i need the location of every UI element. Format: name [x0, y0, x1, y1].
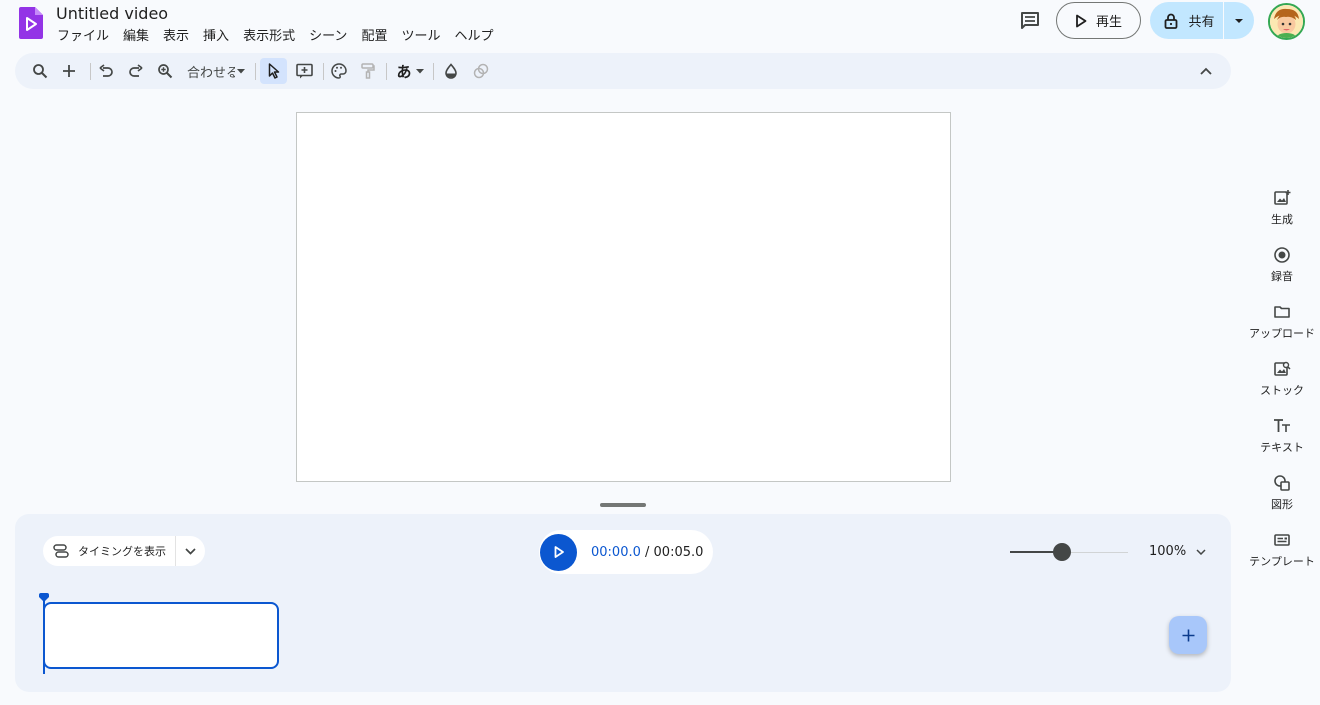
- menu-tools[interactable]: ツール: [394, 27, 447, 47]
- document-title[interactable]: Untitled video: [56, 4, 168, 23]
- share-group: 共有: [1150, 2, 1254, 39]
- timeline-zoom-slider[interactable]: [1010, 542, 1128, 562]
- caret-down-icon: [415, 68, 424, 73]
- menu-file[interactable]: ファイル: [50, 27, 116, 47]
- side-item-label: ストック: [1260, 384, 1304, 397]
- menu-view[interactable]: 表示: [156, 27, 196, 47]
- playhead-marker-icon[interactable]: [38, 588, 50, 607]
- show-timing-button[interactable]: タイミングを表示: [43, 536, 175, 566]
- paint-format-icon[interactable]: [357, 58, 379, 84]
- timing-dropdown-button[interactable]: [176, 536, 205, 566]
- show-timing-label: タイミングを表示: [78, 545, 166, 558]
- redo-icon[interactable]: [124, 58, 146, 84]
- chevron-down-icon: [185, 547, 196, 555]
- toolbar: 合わせる あ: [15, 53, 1231, 89]
- record-icon: [1274, 247, 1290, 263]
- zoom-icon[interactable]: [154, 58, 176, 84]
- menu-insert[interactable]: 挿入: [196, 27, 236, 47]
- lock-icon: [1165, 13, 1178, 29]
- text-box-icon[interactable]: [292, 58, 316, 84]
- menu-help[interactable]: ヘルプ: [447, 27, 500, 47]
- side-item-label: 図形: [1271, 498, 1293, 511]
- side-item-label: 生成: [1271, 213, 1293, 226]
- side-item-label: テキスト: [1260, 441, 1304, 454]
- menu-scene[interactable]: シーン: [302, 27, 354, 47]
- side-item-template[interactable]: テンプレート: [1244, 525, 1320, 582]
- fill-color-icon[interactable]: [440, 58, 462, 84]
- generate-image-icon: [1274, 190, 1291, 205]
- zoom-select[interactable]: 合わせる: [185, 58, 247, 84]
- caret-down-icon: [1235, 18, 1243, 23]
- text-icon: [1274, 419, 1290, 432]
- play-label: 再生: [1095, 15, 1122, 30]
- menu-bar: ファイル 編集 表示 挿入 表示形式 シーン 配置 ツール ヘルプ: [50, 27, 500, 47]
- share-button[interactable]: 共有: [1150, 2, 1223, 39]
- select-icon[interactable]: [260, 58, 287, 84]
- play-button[interactable]: 再生: [1056, 2, 1141, 39]
- menu-format[interactable]: 表示形式: [236, 27, 302, 47]
- scene-clip[interactable]: [43, 602, 279, 669]
- timeline-zoom-select[interactable]: 100%: [1149, 544, 1206, 559]
- playhead[interactable]: [43, 597, 45, 674]
- side-item-record[interactable]: 録音: [1244, 240, 1320, 297]
- recolor-icon[interactable]: [470, 58, 492, 84]
- timing-group: タイミングを表示: [43, 536, 205, 566]
- timeline-resize-handle[interactable]: [600, 503, 646, 507]
- palette-icon[interactable]: [328, 58, 350, 84]
- share-label: 共有: [1188, 15, 1215, 30]
- time-readout: 00:00.0 / 00:05.0: [591, 545, 703, 560]
- play-icon: [1076, 14, 1087, 27]
- font-icon[interactable]: あ: [392, 58, 428, 84]
- share-dropdown-button[interactable]: [1224, 2, 1254, 39]
- vids-logo[interactable]: [18, 6, 44, 40]
- timing-icon: [53, 544, 69, 558]
- stock-image-icon: [1274, 361, 1291, 376]
- add-icon[interactable]: [58, 58, 80, 84]
- timeline-panel: タイミングを表示 00:00.0 / 00:05.0 100%: [15, 514, 1231, 692]
- play-icon: [554, 546, 564, 558]
- search-icon[interactable]: [29, 58, 51, 84]
- timeline-zoom-value: 100%: [1149, 544, 1187, 559]
- avatar[interactable]: [1268, 3, 1305, 40]
- side-item-text[interactable]: テキスト: [1244, 411, 1320, 468]
- side-item-label: アップロード: [1249, 327, 1315, 340]
- side-item-generate[interactable]: 生成: [1244, 183, 1320, 240]
- caret-down-icon: [237, 68, 245, 73]
- side-item-stock[interactable]: ストック: [1244, 354, 1320, 411]
- side-panel: 生成 録音 アップロード ストック テキスト 図形 テンプレート: [1244, 183, 1320, 582]
- add-scene-button[interactable]: [1169, 616, 1207, 654]
- shapes-icon: [1274, 475, 1290, 491]
- zoom-select-label: 合わせる: [187, 65, 235, 81]
- font-glyph: あ: [396, 62, 412, 81]
- menu-edit[interactable]: 編集: [116, 27, 156, 47]
- chevron-down-icon: [1196, 548, 1206, 555]
- slider-thumb[interactable]: [1053, 543, 1071, 561]
- folder-icon: [1274, 306, 1290, 318]
- side-item-label: テンプレート: [1249, 555, 1315, 568]
- time-current: 00:00.0: [591, 544, 641, 560]
- time-total: 00:05.0: [653, 544, 704, 560]
- side-item-upload[interactable]: アップロード: [1244, 297, 1320, 354]
- add-icon: [1182, 629, 1194, 641]
- comment-history-icon[interactable]: [1018, 9, 1042, 33]
- time-separator: /: [640, 544, 654, 560]
- side-item-label: 録音: [1271, 270, 1293, 283]
- undo-icon[interactable]: [95, 58, 117, 84]
- menu-arrange[interactable]: 配置: [354, 27, 394, 47]
- collapse-icon[interactable]: [1195, 58, 1217, 84]
- preview-player: 00:00.0 / 00:05.0: [539, 530, 713, 574]
- side-item-shapes[interactable]: 図形: [1244, 468, 1320, 525]
- scene-canvas[interactable]: [296, 112, 951, 482]
- template-icon: [1274, 534, 1290, 546]
- preview-play-button[interactable]: [540, 533, 577, 571]
